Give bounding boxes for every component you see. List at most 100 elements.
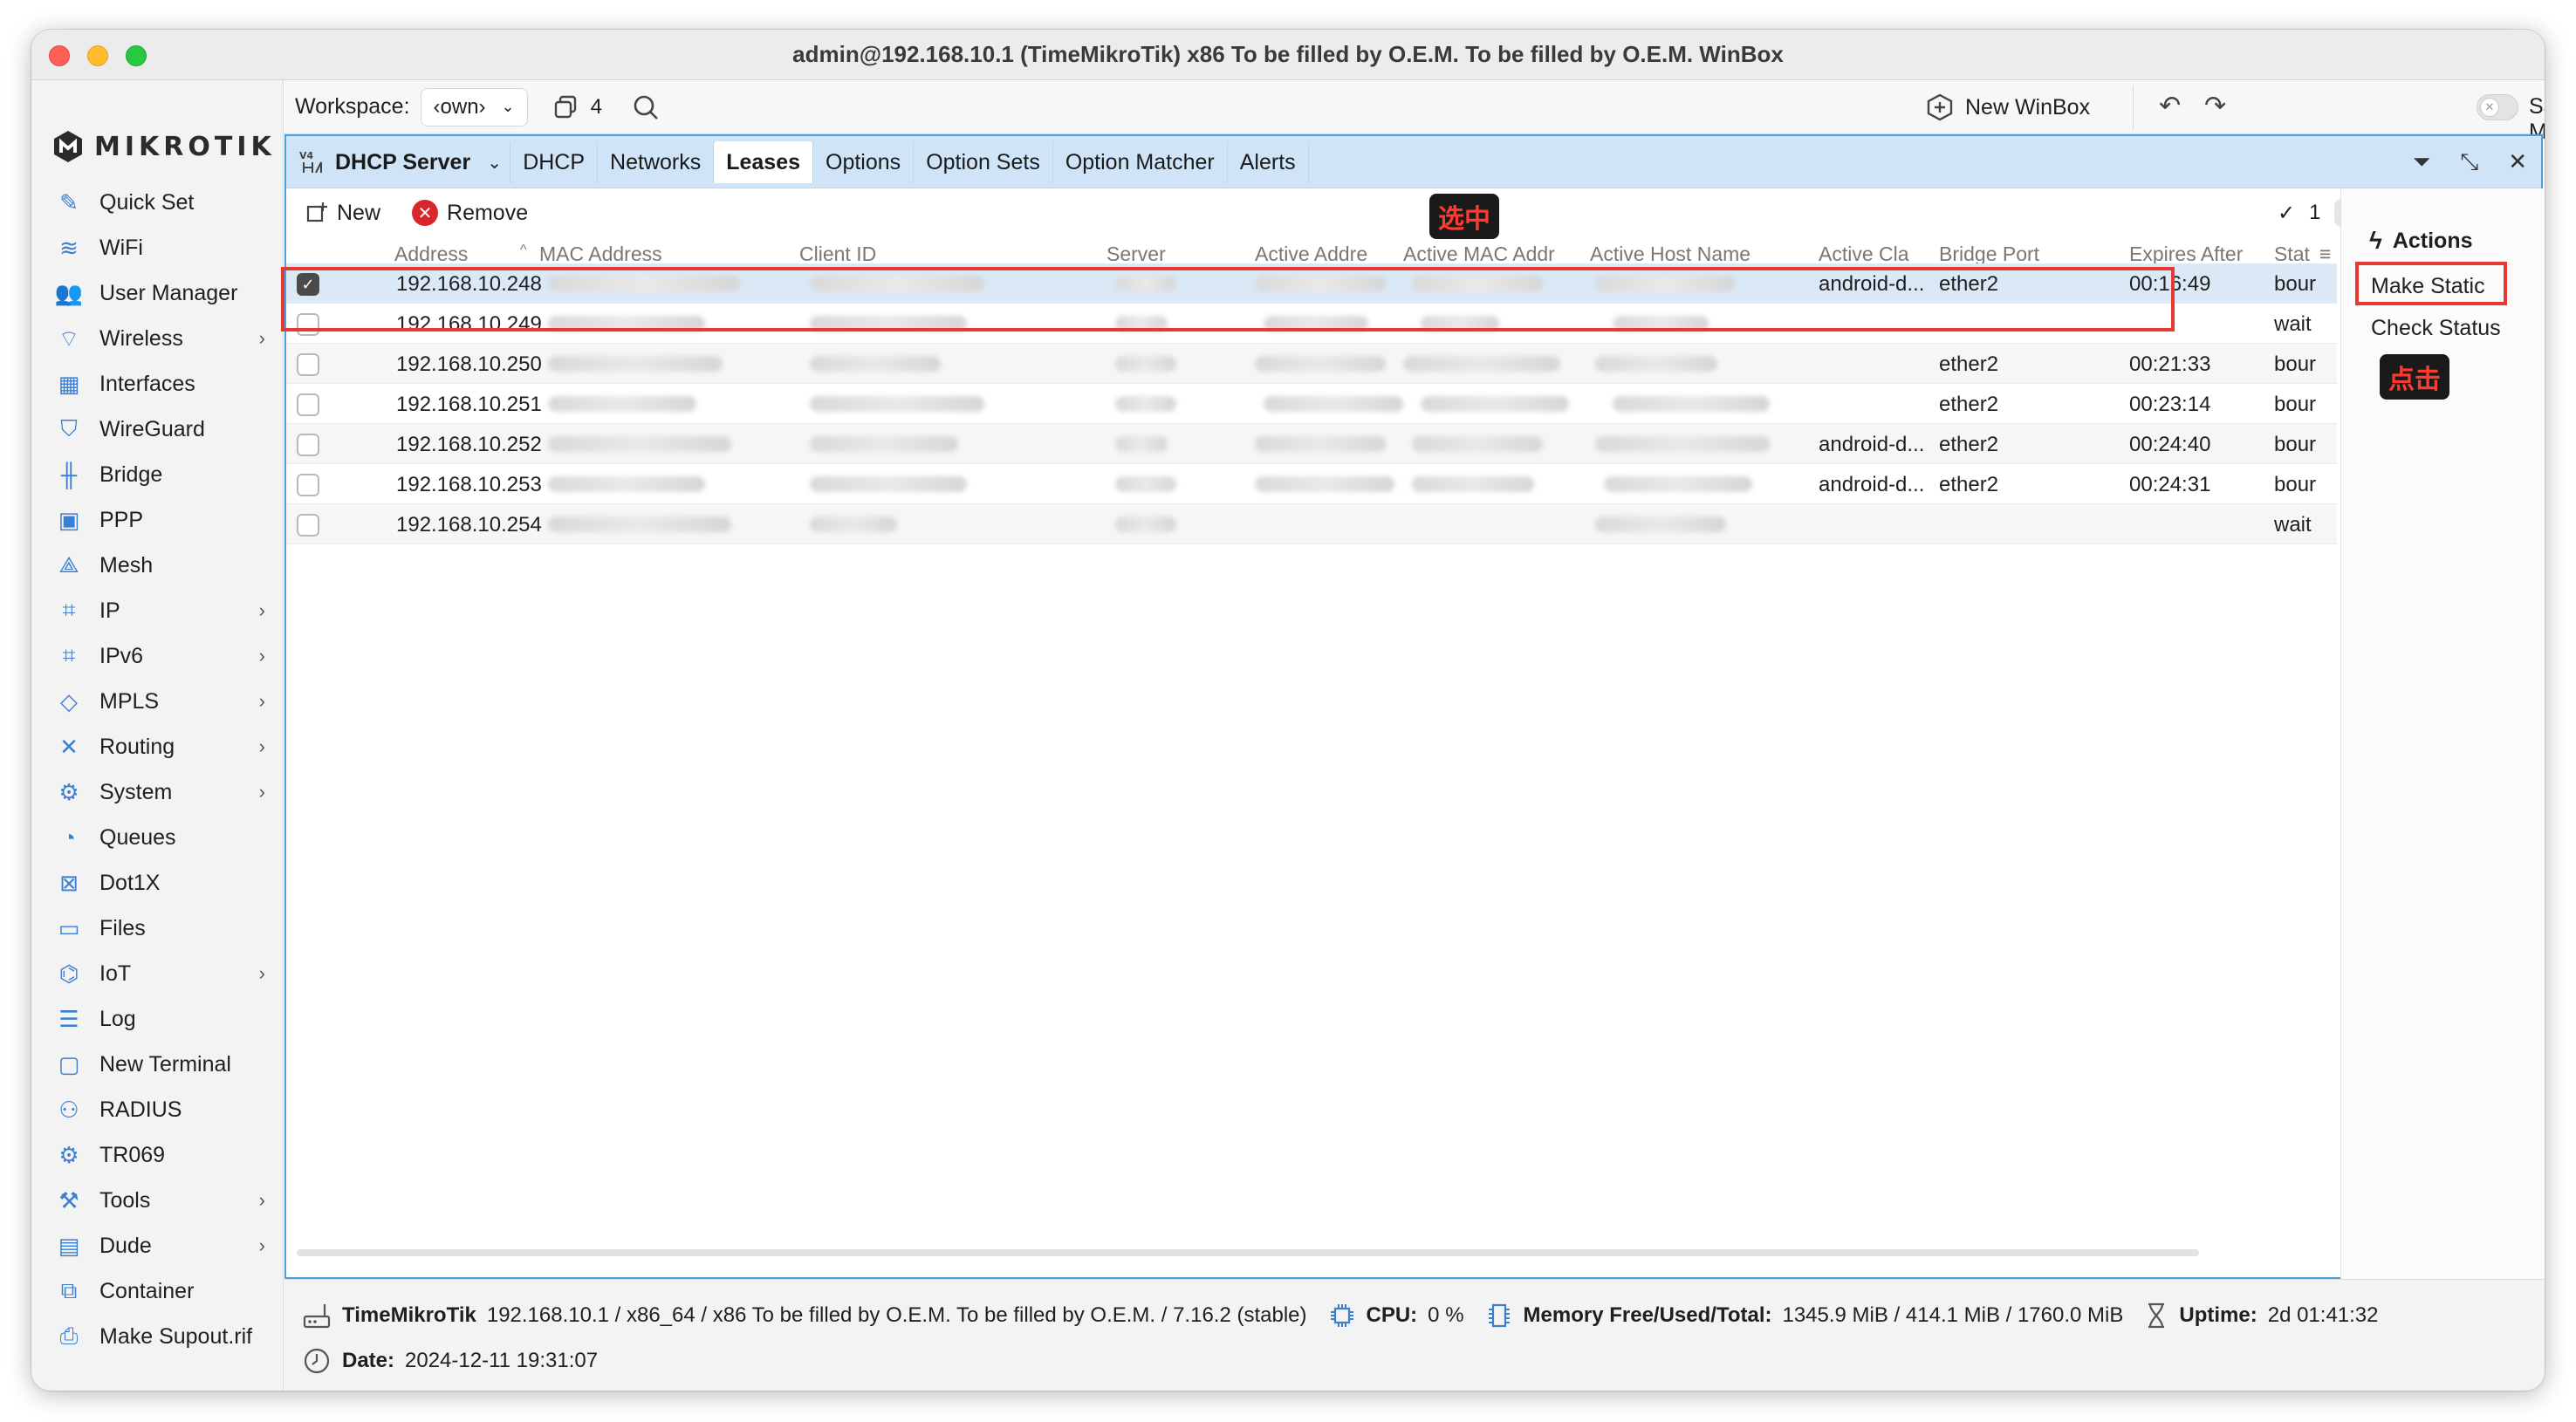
table-row[interactable]: 192.168.10.251 ether2 00:23:14 bour xyxy=(286,384,2337,424)
tab-leases[interactable]: Leases xyxy=(714,141,814,183)
remove-button[interactable]: ✕ Remove xyxy=(412,200,528,226)
sidebar-item-label: Mesh xyxy=(99,552,154,578)
safe-mode-toggle[interactable]: ✕ xyxy=(2477,94,2518,120)
redacted-cell xyxy=(548,436,731,452)
sidebar-item-tr069[interactable]: ⚙ TR069 xyxy=(31,1132,283,1178)
column-header-expires-after[interactable]: Expires After xyxy=(2129,243,2243,263)
sidebar-item-ipv6[interactable]: ⌗ IPv6 › xyxy=(31,633,283,679)
remove-icon: ✕ xyxy=(412,200,439,226)
sidebar-item-files[interactable]: ▭ Files xyxy=(31,906,283,951)
cell-address: 192.168.10.254 xyxy=(396,513,542,537)
sidebar-item-wifi[interactable]: ≋ WiFi xyxy=(31,225,283,270)
redacted-cell xyxy=(548,356,723,372)
minimize-window-button[interactable] xyxy=(87,45,108,66)
check-status-button[interactable]: Check Status xyxy=(2371,316,2501,341)
table-row[interactable]: 192.168.10.252 android-d... ether2 00:24:40… xyxy=(286,424,2337,464)
redacted-cell xyxy=(1255,476,1394,492)
zoom-window-button[interactable] xyxy=(126,45,147,66)
sidebar-item-tools[interactable]: ⚒ Tools › xyxy=(31,1178,283,1223)
sidebar-item-dude[interactable]: ▤ Dude › xyxy=(31,1223,283,1268)
column-menu-icon[interactable]: ≡ xyxy=(2319,243,2331,263)
table-row[interactable]: 192.168.10.254 wait xyxy=(286,504,2337,544)
horizontal-scrollbar[interactable] xyxy=(297,1249,2199,1256)
sidebar-item-label: Tools xyxy=(99,1187,151,1213)
column-header-mac-address[interactable]: MAC Address xyxy=(539,243,662,263)
redacted-cell xyxy=(1421,396,1569,412)
sidebar-item-system[interactable]: ⚙ System › xyxy=(31,769,283,815)
sidebar-item-make-supout-rif[interactable]: ⎙ Make Supout.rif xyxy=(31,1314,283,1359)
filter-icon[interactable]: ⏷ xyxy=(2413,148,2431,176)
sidebar-item-mesh[interactable]: ⟁ Mesh xyxy=(31,543,283,588)
column-header-address[interactable]: Address xyxy=(394,243,468,263)
sidebar-item-iot[interactable]: ⌬ IoT › xyxy=(31,951,283,996)
windows-button[interactable]: 4 xyxy=(552,94,602,120)
sidebar-item-dot1x[interactable]: ⊠ Dot1X xyxy=(31,860,283,906)
chevron-right-icon: › xyxy=(258,1189,265,1211)
chevron-right-icon: › xyxy=(258,781,265,803)
redo-icon[interactable]: ↷ xyxy=(2204,91,2226,121)
selected-annotation: 选中 xyxy=(1429,194,1499,239)
new-winbox-button[interactable]: New WinBox xyxy=(1925,87,2090,127)
cell-status: wait xyxy=(2274,513,2312,537)
cell-status: bour xyxy=(2274,272,2317,296)
sidebar-item-mpls[interactable]: ◇ MPLS › xyxy=(31,679,283,724)
chevron-down-icon[interactable]: ⌄ xyxy=(479,141,511,183)
search-button[interactable] xyxy=(632,93,660,121)
cell-active-class: android-d... xyxy=(1819,473,1925,496)
sidebar-item-wireless[interactable]: ⌔ Wireless › xyxy=(31,316,283,361)
sidebar-item-wireguard[interactable]: ⛉ WireGuard xyxy=(31,407,283,452)
column-header-bridge-port[interactable]: Bridge Port xyxy=(1939,243,2039,263)
sidebar-item-container[interactable]: ⧉ Container xyxy=(31,1268,283,1314)
tab-dhcp[interactable]: DHCP xyxy=(510,141,599,183)
tab-alerts[interactable]: Alerts xyxy=(1228,141,1309,183)
cell-status: bour xyxy=(2274,473,2317,496)
row-checkbox[interactable] xyxy=(297,474,319,496)
sidebar-item-ip[interactable]: ⌗ IP › xyxy=(31,588,283,633)
redacted-cell xyxy=(1115,396,1176,412)
sidebar-item-user-manager[interactable]: 👥 User Manager xyxy=(31,270,283,316)
column-header-active-addre[interactable]: Active Addre xyxy=(1255,243,1367,263)
collapse-icon[interactable]: ⤡ xyxy=(2460,148,2478,176)
column-header-client-id[interactable]: Client ID xyxy=(799,243,876,263)
workspace-select[interactable]: ‹own› ⌄ xyxy=(420,87,528,126)
table-row[interactable]: 192.168.10.250 ether2 00:21:33 bour xyxy=(286,344,2337,384)
sidebar-item-interfaces[interactable]: ▦ Interfaces xyxy=(31,361,283,407)
close-window-button[interactable] xyxy=(49,45,70,66)
row-checkbox[interactable] xyxy=(297,393,319,416)
sidebar-item-quick-set[interactable]: ✎ Quick Set xyxy=(31,180,283,225)
sidebar-item-new-terminal[interactable]: ▢ New Terminal xyxy=(31,1042,283,1087)
column-header-active-host-name[interactable]: Active Host Name xyxy=(1590,243,1750,263)
dhcp-server-heading[interactable]: V4 DHCP Server xyxy=(290,141,479,183)
tab-option-matcher[interactable]: Option Matcher xyxy=(1053,141,1228,183)
column-header-active-mac-addr[interactable]: Active MAC Addr xyxy=(1403,243,1555,263)
tab-options[interactable]: Options xyxy=(813,141,915,183)
tab-option-sets[interactable]: Option Sets xyxy=(914,141,1053,183)
column-header-stat[interactable]: Stat xyxy=(2274,243,2310,263)
new-button[interactable]: New xyxy=(305,201,380,226)
tab-networks[interactable]: Networks xyxy=(598,141,715,183)
row-checkbox[interactable] xyxy=(297,434,319,456)
sidebar-item-label: PPP xyxy=(99,507,144,532)
mesh-icon: ⟁ xyxy=(58,551,79,578)
cpu-icon xyxy=(1330,1304,1353,1327)
sidebar-item-routing[interactable]: ✕ Routing › xyxy=(31,724,283,769)
sidebar-item-queues[interactable]: ◔ Queues xyxy=(31,815,283,860)
row-checkbox[interactable] xyxy=(297,514,319,537)
sidebar-item-label: Quick Set xyxy=(99,189,195,215)
sidebar-item-radius[interactable]: ⚇ RADIUS xyxy=(31,1087,283,1132)
sidebar-item-ppp[interactable]: ▣ PPP xyxy=(31,497,283,543)
tr069-icon: ⚙ xyxy=(58,1141,79,1168)
table-row[interactable]: 192.168.10.253 android-d... ether2 00:24:31… xyxy=(286,464,2337,504)
sidebar-item-log[interactable]: ☰ Log xyxy=(31,996,283,1042)
uptime-value: 2d 01:41:32 xyxy=(2267,1303,2379,1327)
undo-icon[interactable]: ↶ xyxy=(2159,91,2181,121)
column-header-server[interactable]: Server xyxy=(1106,243,1166,263)
column-header-active-cla[interactable]: Active Cla xyxy=(1819,243,1909,263)
redacted-cell xyxy=(1604,476,1752,492)
queues-icon: ◔ xyxy=(62,824,76,851)
logo-text: MIKROTIK xyxy=(94,131,276,162)
row-checkbox[interactable] xyxy=(297,353,319,376)
redacted-cell xyxy=(1412,436,1543,452)
close-icon[interactable]: ✕ xyxy=(2508,148,2527,176)
sidebar-item-bridge[interactable]: ╫ Bridge xyxy=(31,452,283,497)
